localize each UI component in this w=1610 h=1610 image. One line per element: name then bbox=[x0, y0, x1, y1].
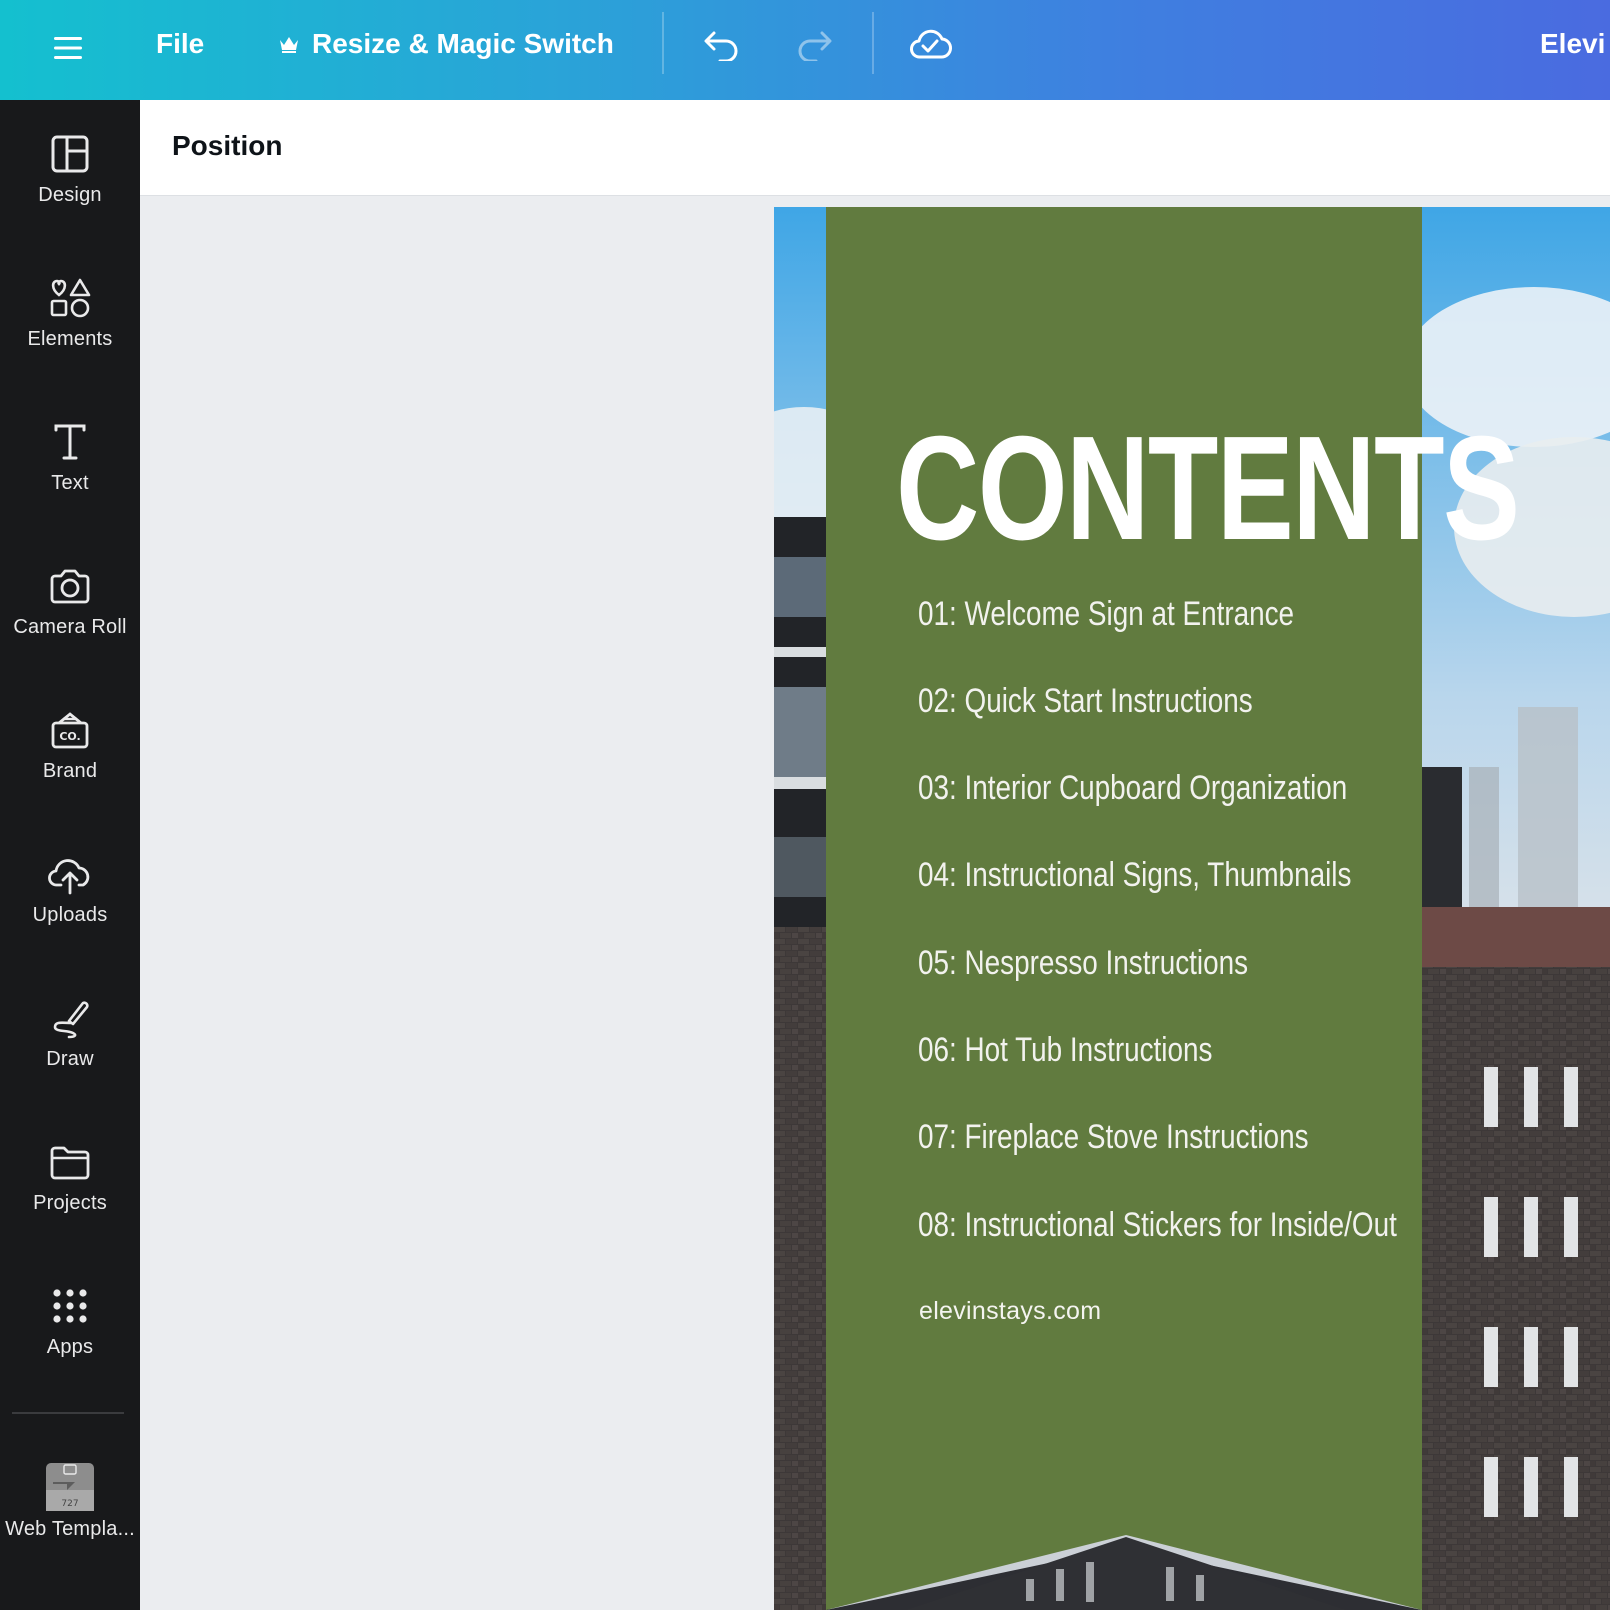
sidebar-item-draw[interactable]: Draw bbox=[0, 964, 140, 1084]
camera-icon bbox=[50, 569, 90, 604]
sidebar-item-text[interactable]: Text bbox=[0, 388, 140, 508]
toolbar-divider bbox=[872, 12, 874, 74]
toc-item-05[interactable]: 05: Nespresso Instructions bbox=[918, 944, 1248, 983]
folder-icon bbox=[50, 1146, 90, 1180]
undo-button[interactable] bbox=[698, 22, 746, 66]
elements-icon bbox=[50, 278, 91, 318]
crown-icon bbox=[280, 37, 298, 53]
sidebar-item-brand[interactable]: CO. Brand bbox=[0, 676, 140, 796]
sidebar-item-design[interactable]: Design bbox=[0, 100, 140, 220]
apps-grid-icon bbox=[53, 1289, 87, 1323]
toc-item-03[interactable]: 03: Interior Cupboard Organization bbox=[918, 769, 1347, 808]
website-text[interactable]: elevinstays.com bbox=[919, 1297, 1101, 1326]
sidebar-item-label: Elements bbox=[27, 328, 113, 350]
resize-magic-switch-label: Resize & Magic Switch bbox=[312, 28, 614, 59]
cloud-check-icon bbox=[910, 29, 952, 59]
sidebar-divider bbox=[12, 1412, 124, 1414]
redo-button[interactable] bbox=[790, 22, 838, 66]
design-canvas-page[interactable]: CONTENTS 01: Welcome Sign at Entrance 02… bbox=[774, 207, 1610, 1610]
design-icon bbox=[51, 135, 89, 173]
document-title[interactable]: Elevi bbox=[1540, 24, 1605, 64]
text-icon bbox=[54, 424, 86, 460]
hamburger-icon bbox=[54, 37, 82, 59]
toc-item-04[interactable]: 04: Instructional Signs, Thumbnails bbox=[918, 856, 1351, 895]
sidebar-item-label: Apps bbox=[46, 1336, 94, 1358]
sidebar-item-uploads[interactable]: Uploads bbox=[0, 820, 140, 940]
sidebar-item-label: Text bbox=[51, 472, 89, 494]
editor-top-bar: File Resize & Magic Switch Elevi bbox=[0, 0, 1610, 100]
toc-item-07[interactable]: 07: Fireplace Stove Instructions bbox=[918, 1118, 1309, 1157]
save-status-button[interactable] bbox=[906, 22, 954, 66]
sidebar-item-label: Web Templa... bbox=[5, 1518, 135, 1540]
redo-icon bbox=[798, 31, 832, 61]
main-menu-button[interactable] bbox=[46, 26, 90, 70]
contents-heading[interactable]: CONTENTS bbox=[896, 415, 1520, 563]
sidebar-item-projects[interactable]: Projects bbox=[0, 1108, 140, 1228]
toc-item-08[interactable]: 08: Instructional Stickers for Inside/Ou… bbox=[918, 1206, 1397, 1245]
svg-text:CO.: CO. bbox=[59, 730, 80, 743]
resize-magic-switch-button[interactable]: Resize & Magic Switch bbox=[278, 24, 614, 64]
brand-icon: CO. bbox=[51, 712, 89, 749]
toc-item-06[interactable]: 06: Hot Tub Instructions bbox=[918, 1031, 1212, 1070]
undo-icon bbox=[704, 31, 738, 61]
toolbar-divider bbox=[662, 12, 664, 74]
sidebar-item-label: Draw bbox=[46, 1048, 94, 1070]
left-sidebar: Design Elements Text Camera Roll CO. Bra… bbox=[0, 100, 140, 1610]
toc-item-02[interactable]: 02: Quick Start Instructions bbox=[918, 682, 1253, 721]
draw-icon bbox=[53, 1001, 89, 1039]
sidebar-item-label: Brand bbox=[42, 760, 98, 782]
position-button[interactable]: Position bbox=[172, 130, 282, 162]
sidebar-item-elements[interactable]: Elements bbox=[0, 244, 140, 364]
sidebar-item-apps[interactable]: Apps bbox=[0, 1252, 140, 1372]
upload-cloud-icon bbox=[48, 859, 90, 895]
svg-text:727: 727 bbox=[61, 1499, 78, 1509]
sidebar-item-label: Uploads bbox=[32, 904, 108, 926]
toc-item-01[interactable]: 01: Welcome Sign at Entrance bbox=[918, 595, 1294, 634]
sidebar-item-web-templates[interactable]: 727 Web Templa... bbox=[0, 1430, 140, 1550]
context-toolbar: Position bbox=[140, 100, 1610, 196]
sidebar-item-camera-roll[interactable]: Camera Roll bbox=[0, 532, 140, 652]
sidebar-item-label: Design bbox=[38, 184, 102, 206]
sidebar-item-label: Projects bbox=[33, 1192, 107, 1214]
sidebar-item-label: Camera Roll bbox=[13, 616, 127, 638]
web-template-thumbnail: 727 bbox=[46, 1463, 94, 1511]
file-menu-button[interactable]: File bbox=[156, 24, 204, 64]
